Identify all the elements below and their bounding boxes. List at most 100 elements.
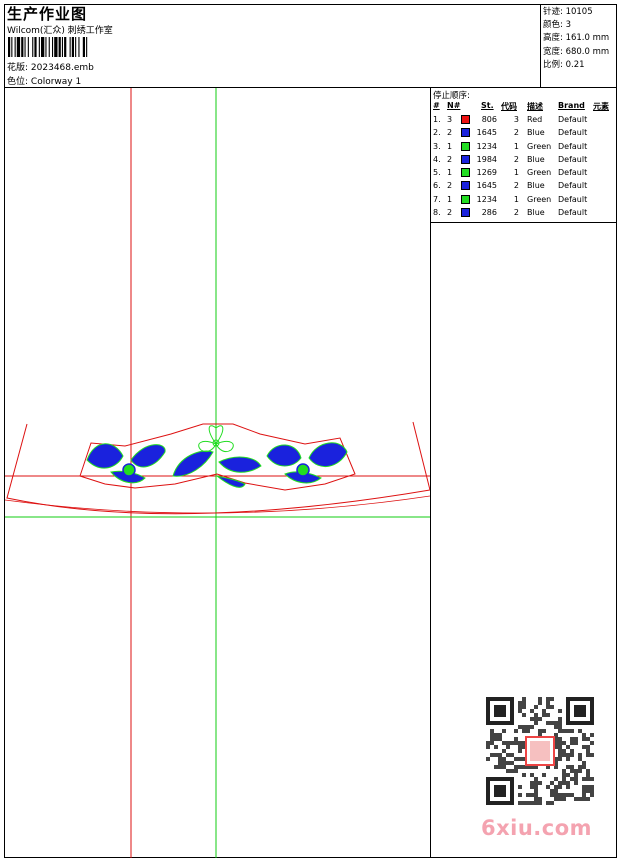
row-index: 8. <box>433 208 441 218</box>
row-brand: Default <box>558 181 588 191</box>
row-index: 3. <box>433 141 441 151</box>
stop-row: 2. 2 1645 2 Blue Default <box>433 127 617 140</box>
color-swatch <box>461 115 470 124</box>
col-code: 代码 <box>501 102 517 111</box>
row-stitches: 1645 <box>476 128 497 138</box>
table-header: # N# St. 代码 描述 Brand 元素 <box>433 101 617 114</box>
stop-row: 8. 2 286 2 Blue Default <box>433 207 617 220</box>
col-needle: N# <box>447 101 461 110</box>
row-brand: Default <box>558 168 588 178</box>
row-index: 4. <box>433 154 441 164</box>
center-leaf-motif <box>172 425 262 488</box>
stat-width: 宽度: 680.0 mm <box>543 46 610 57</box>
row-index: 2. <box>433 128 441 138</box>
color-swatch <box>461 168 470 178</box>
color-swatch <box>461 128 470 138</box>
row-description: Red <box>527 115 543 124</box>
row-needle: 2 <box>447 181 453 191</box>
col-index: # <box>433 101 440 110</box>
stop-row: 7. 1 1234 1 Green Default <box>433 194 617 207</box>
stop-sequence-title: 停止顺序: <box>433 91 470 101</box>
row-stitches: 1984 <box>476 154 497 164</box>
collar-inner-line <box>5 495 430 514</box>
row-description: Blue <box>527 154 545 164</box>
color-swatch <box>461 181 470 191</box>
colorway-label: 色位: <box>7 77 29 87</box>
row-needle: 1 <box>447 141 453 151</box>
row-needle: 1 <box>447 168 453 178</box>
stop-row: 6. 2 1645 2 Blue Default <box>433 180 617 193</box>
row-stitches: 1234 <box>476 141 497 151</box>
row-stitches: 1645 <box>476 181 497 191</box>
row-index: 5. <box>433 168 441 178</box>
design-file-label: 花版: <box>7 63 29 73</box>
col-brand: Brand <box>558 101 585 110</box>
row-brand: Default <box>558 115 588 124</box>
design-file-row: 花版: 2023468.emb <box>7 60 94 73</box>
right-butterfly-motif <box>266 442 348 484</box>
row-index: 1. <box>433 115 441 124</box>
studio-name: Wilcom(汇众) 刺绣工作室 <box>7 26 113 36</box>
colorway-value: Colorway 1 <box>30 77 82 87</box>
panel-divider <box>430 87 431 858</box>
stat-stitches: 针迹: 10105 <box>543 7 593 17</box>
col-element: 元素 <box>593 102 609 111</box>
row-brand: Default <box>558 208 588 218</box>
row-needle: 2 <box>447 128 453 138</box>
row-index: 7. <box>433 194 441 204</box>
stop-sequence-table: # N# St. 代码 描述 Brand 元素 1. 3 806 3 Red Defaul… <box>433 101 617 220</box>
left-butterfly-motif <box>86 443 166 484</box>
col-description: 描述 <box>527 102 543 111</box>
stop-row: 5. 1 1269 1 Green Default <box>433 167 617 180</box>
row-description: Green <box>527 141 552 151</box>
row-brand: Default <box>558 194 588 204</box>
row-code: 2 <box>513 128 519 138</box>
row-description: Green <box>527 194 552 204</box>
stat-scale: 比例: 0.21 <box>543 59 585 70</box>
row-stitches: 806 <box>481 115 497 124</box>
color-swatch <box>461 141 470 151</box>
stats-divider <box>540 4 541 87</box>
row-description: Blue <box>527 208 545 218</box>
row-code: 1 <box>513 194 519 204</box>
row-brand: Default <box>558 141 588 151</box>
stat-colors: 颜色: 3 <box>543 20 571 31</box>
collar-outline <box>6 421 430 515</box>
watermark-logo: 6xiu.com <box>481 816 593 840</box>
row-code: 1 <box>513 141 519 151</box>
design-file-value: 2023468.emb <box>30 63 94 73</box>
row-code: 1 <box>513 168 519 178</box>
qr-code <box>486 697 594 805</box>
row-stitches: 286 <box>481 208 497 218</box>
colorway-row: 色位: Colorway 1 <box>7 74 81 87</box>
row-stitches: 1269 <box>476 168 497 178</box>
row-code: 3 <box>513 115 519 124</box>
row-brand: Default <box>558 128 588 138</box>
row-code: 2 <box>513 154 519 164</box>
row-needle: 2 <box>447 154 453 164</box>
stop-row: 1. 3 806 3 Red Default <box>433 114 617 127</box>
col-stitches: St. <box>481 101 494 110</box>
stat-height: 高度: 161.0 mm <box>543 33 610 44</box>
color-swatch <box>461 154 470 164</box>
row-code: 2 <box>513 181 519 191</box>
row-needle: 2 <box>447 208 453 218</box>
stats-panel: 针迹: 10105 颜色: 3 高度: 161.0 mm 宽度: 680.0 m… <box>543 6 609 72</box>
row-brand: Default <box>558 154 588 164</box>
stop-row: 4. 2 1984 2 Blue Default <box>433 154 617 167</box>
row-description: Green <box>527 168 552 178</box>
row-code: 2 <box>513 208 519 218</box>
page-title: 生产作业图 <box>7 5 88 23</box>
stop-row: 3. 1 1234 1 Green Default <box>433 141 617 154</box>
color-swatch <box>461 208 470 218</box>
row-index: 6. <box>433 181 441 191</box>
row-description: Blue <box>527 181 545 191</box>
row-needle: 3 <box>447 115 453 124</box>
row-description: Blue <box>527 128 545 138</box>
color-swatch <box>461 194 470 204</box>
row-needle: 1 <box>447 194 453 204</box>
design-canvas <box>5 88 430 858</box>
table-bottom-divider <box>430 222 617 223</box>
barcode <box>8 37 88 57</box>
row-stitches: 1234 <box>476 194 497 204</box>
